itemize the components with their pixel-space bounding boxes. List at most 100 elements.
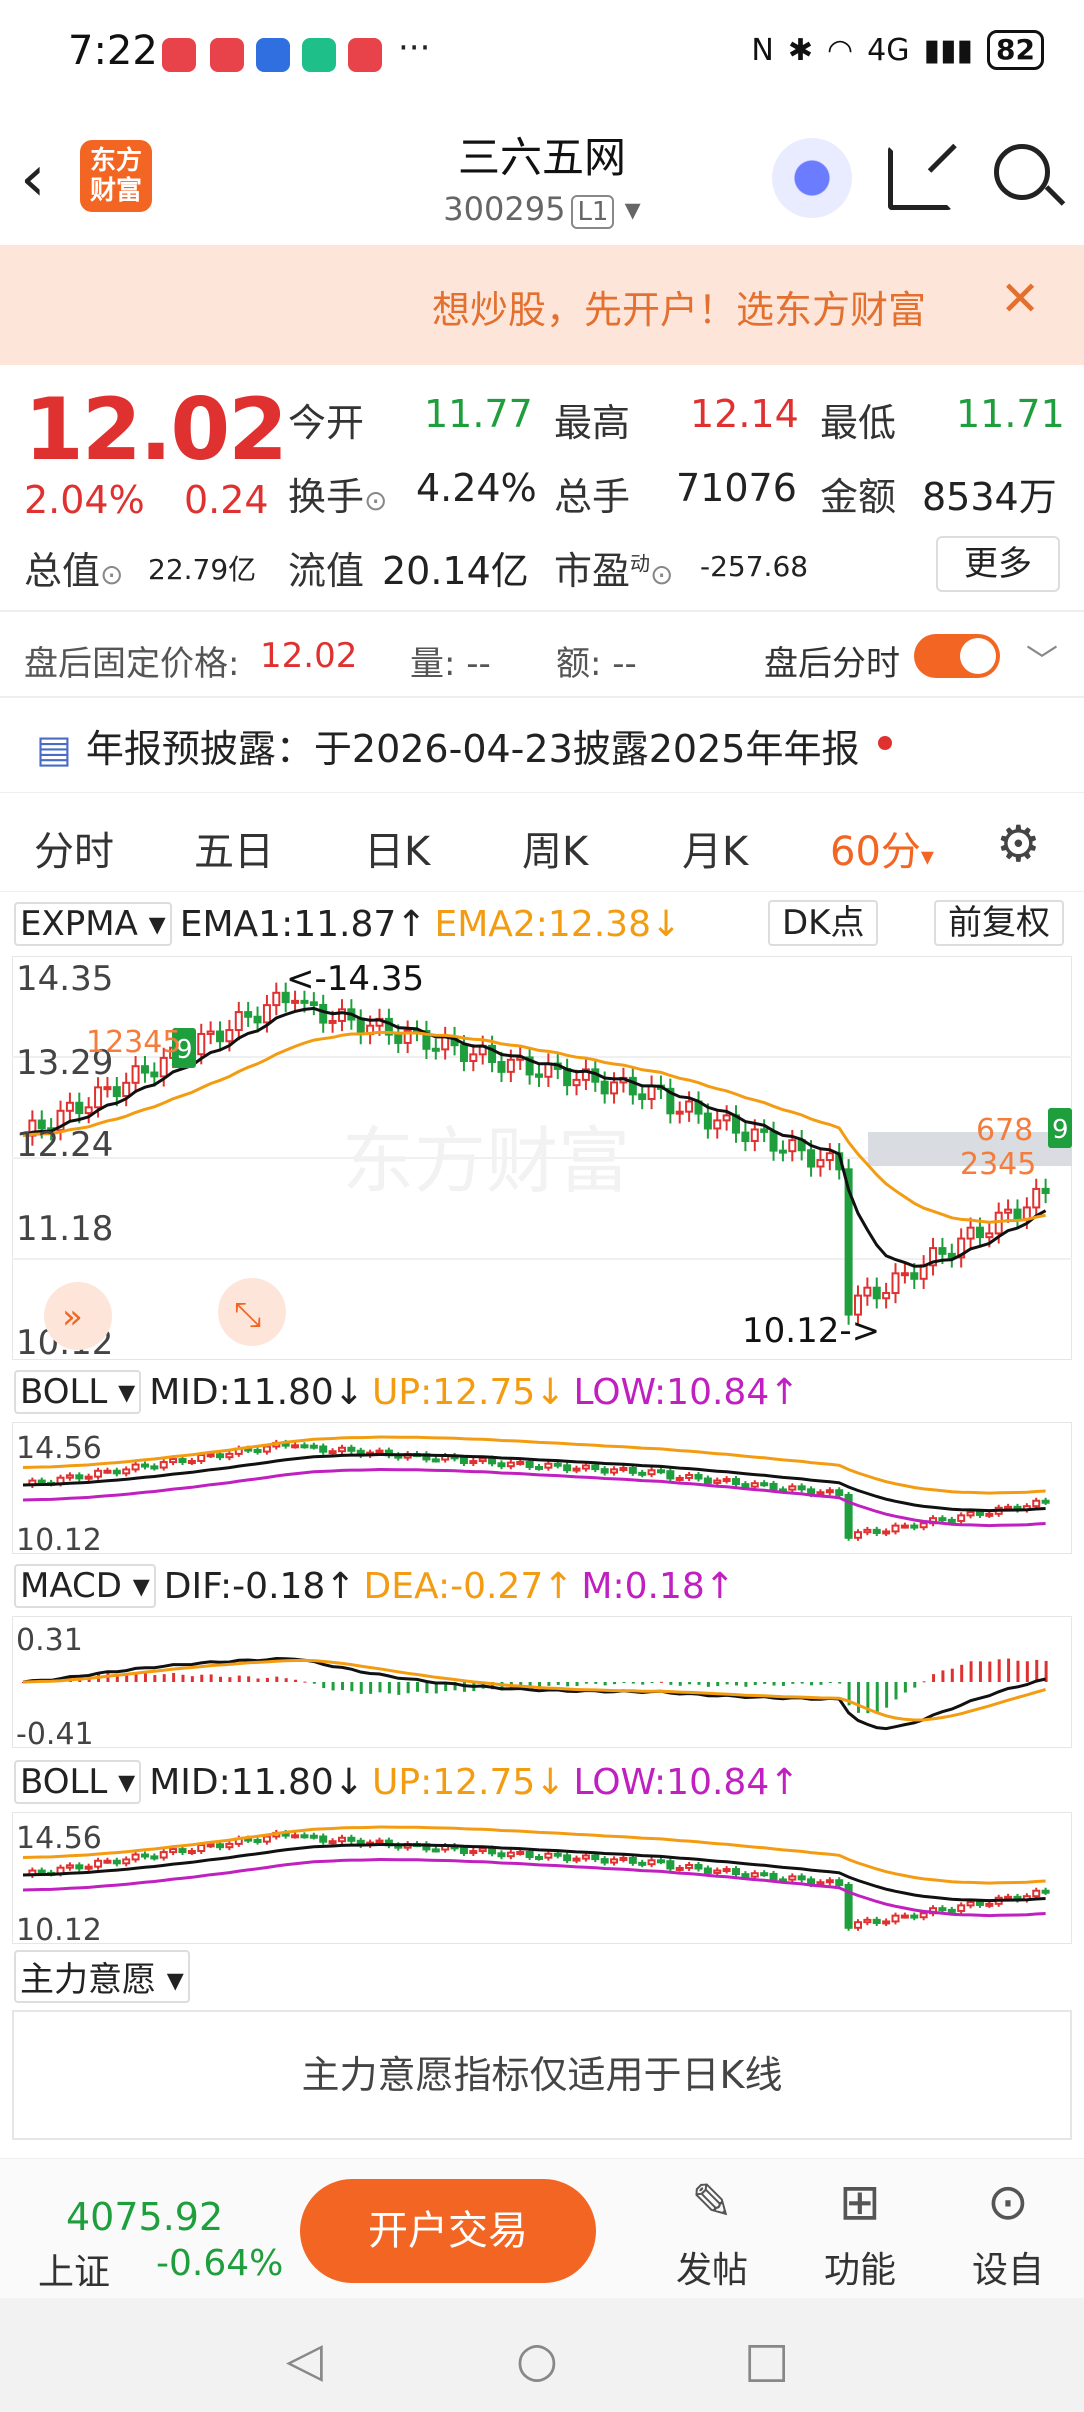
candle (957, 1904, 966, 1912)
candle (197, 1454, 206, 1463)
boll-chart-2[interactable]: 14.56 10.12 (12, 1812, 1072, 1944)
candle (300, 1834, 309, 1839)
candle (1032, 1499, 1041, 1508)
candle (966, 1901, 975, 1907)
candle (788, 1875, 797, 1881)
macd-bar (641, 1682, 645, 1685)
candle (975, 1901, 984, 1906)
macd-bar (838, 1682, 842, 1684)
battery-icon: 82 (987, 30, 1044, 70)
assistant-robot-icon[interactable] (772, 138, 852, 218)
candle (506, 1461, 515, 1468)
candle (872, 1528, 881, 1534)
candle (272, 991, 281, 1007)
pe-label[interactable]: 市盈动⊙ (554, 540, 673, 595)
candle (600, 1468, 609, 1474)
macd-selector[interactable]: MACD ▾ (14, 1564, 156, 1608)
candle (394, 1033, 403, 1044)
candle (591, 1464, 600, 1471)
nav-recents-icon[interactable]: □ (744, 2332, 789, 2388)
index-name[interactable]: 上证 (38, 2243, 110, 2295)
candle (713, 1479, 722, 1484)
candle (291, 1834, 300, 1839)
gear-icon[interactable]: ⚙ (996, 815, 1041, 873)
macd-bar (735, 1682, 739, 1686)
candle (478, 1457, 487, 1463)
mktcap-label[interactable]: 总值⊙ (24, 540, 123, 595)
function-button[interactable]: ⊞ 功能 (812, 2173, 908, 2293)
boll-selector[interactable]: BOLL ▾ (14, 1370, 142, 1414)
adjust-button[interactable]: 前复权 (934, 900, 1064, 946)
candle (488, 1847, 497, 1855)
kline-chart[interactable]: 东方财富 14.35 13.29 12.24 11.18 10.12 <-14.… (12, 956, 1072, 1360)
macd-bar (397, 1682, 401, 1695)
candle (910, 1524, 919, 1529)
candle (900, 1524, 909, 1529)
candle (375, 1839, 384, 1844)
expma-selector[interactable]: EXPMA ▾ (14, 902, 172, 946)
turnover-label[interactable]: 换手⊙ (288, 466, 387, 521)
macd-bar (969, 1661, 973, 1682)
candle (750, 1128, 759, 1142)
more-button[interactable]: 更多 (936, 536, 1060, 592)
y-tick: -0.41 (16, 1717, 94, 1748)
candle (1013, 1208, 1022, 1220)
share-icon[interactable] (888, 146, 952, 210)
candle (685, 1863, 694, 1869)
candle (441, 1036, 450, 1051)
candle (675, 1476, 684, 1481)
candle (647, 1859, 656, 1866)
candle (769, 1872, 778, 1881)
tab-60min[interactable]: 60分▾ (830, 819, 934, 877)
candle (863, 1528, 872, 1534)
candle (122, 1081, 131, 1098)
open-account-trade-button[interactable]: 开户交易 (300, 2179, 596, 2283)
candle (581, 1854, 590, 1860)
tab-monthly-k[interactable]: 月K (682, 819, 748, 877)
candle (975, 1511, 984, 1516)
candle (187, 1460, 196, 1465)
candle (206, 1843, 215, 1848)
zlyy-note: 主力意愿指标仅适用于日K线 (12, 2010, 1072, 2140)
back-icon[interactable]: ‹ (20, 142, 46, 216)
search-icon[interactable] (994, 144, 1050, 200)
candle (572, 1078, 581, 1087)
boll-chart[interactable]: 14.56 10.12 (12, 1422, 1072, 1554)
macd-bar (303, 1681, 307, 1683)
tab-daily-k[interactable]: 日K (364, 819, 430, 877)
boll-selector[interactable]: BOLL ▾ (14, 1760, 142, 1804)
candle (122, 1468, 131, 1475)
chevron-down-icon[interactable]: ﹀ (1026, 636, 1058, 682)
promo-text[interactable]: 想炒股，先开户！选东方财富 (432, 279, 926, 334)
promo-banner[interactable]: 想炒股，先开户！选东方财富 ✕ (0, 245, 1084, 365)
tab-weekly-k[interactable]: 周K (522, 819, 588, 877)
tab-fenshi[interactable]: 分时 (34, 819, 114, 877)
candle (610, 1858, 619, 1864)
after-hours-amount: 额: -- (556, 644, 637, 684)
app-icon (210, 38, 244, 72)
nav-back-icon[interactable]: ◁ (286, 2332, 323, 2388)
candle (337, 1446, 346, 1453)
index-percent[interactable]: -0.64% (156, 2243, 283, 2284)
macd-bar (650, 1682, 654, 1683)
min-price-label: 10.12-> (742, 1311, 880, 1351)
candle (581, 1464, 590, 1470)
macd-bar (143, 1673, 147, 1682)
candle (459, 1847, 468, 1855)
macd-chart[interactable]: 0.31 -0.41 (12, 1616, 1072, 1748)
candle (178, 1848, 187, 1854)
tab-five-day[interactable]: 五日 (194, 819, 274, 877)
candle (816, 1881, 825, 1886)
after-hours-toggle[interactable] (914, 634, 1000, 678)
candle (225, 1452, 234, 1459)
post-button[interactable]: ✎ 发帖 (664, 2173, 760, 2293)
candle (337, 1836, 346, 1843)
nav-home-icon[interactable]: ○ (516, 2332, 558, 2388)
close-icon[interactable]: ✕ (1000, 271, 1040, 327)
dk-point-button[interactable]: DK点 (768, 900, 879, 946)
annual-report-notice[interactable]: ▤ 年报预披露：于2026-04-23披露2025年年报 (36, 718, 859, 773)
index-value[interactable]: 4075.92 (66, 2195, 223, 2239)
zlyy-selector[interactable]: 主力意愿 ▾ (14, 1949, 190, 2003)
candle (65, 1101, 74, 1112)
candle (150, 1465, 159, 1470)
